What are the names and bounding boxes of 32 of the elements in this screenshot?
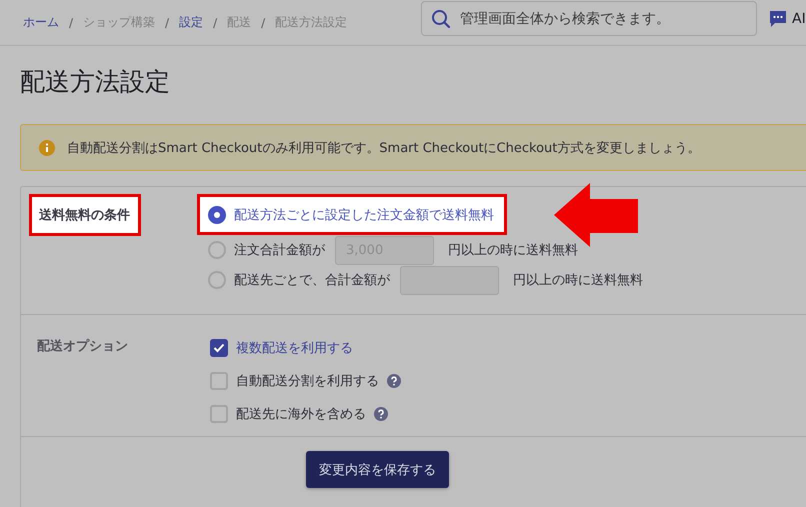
save-button[interactable]: 変更内容を保存する (306, 451, 449, 488)
breadcrumb-separator: / (213, 16, 218, 30)
check-icon (213, 342, 225, 352)
breadcrumb-separator: / (69, 16, 74, 30)
breadcrumb-link[interactable]: ホーム (23, 14, 59, 31)
amount-suffix: 円以上の時に送料無料 (513, 272, 643, 289)
breadcrumb-link[interactable]: 設定 (179, 14, 204, 31)
help-icon[interactable] (387, 374, 401, 388)
breadcrumb-item: ショップ構築 (83, 14, 156, 31)
highlighted-section-label: 送料無料の条件 (29, 194, 141, 236)
page-title: 配送方法設定 (20, 66, 171, 98)
section-label: 配送オプション (37, 338, 129, 355)
radio-label[interactable]: 配送方法ごとに設定した注文金額で送料無料 (234, 206, 494, 224)
checkbox-label[interactable]: 自動配送分割を利用する (236, 372, 379, 390)
breadcrumb-separator: / (261, 16, 266, 30)
checkbox[interactable] (210, 338, 228, 356)
search-icon (431, 9, 451, 29)
ai-button-label[interactable]: AI (792, 10, 806, 26)
info-icon (39, 140, 55, 156)
radio-button[interactable] (208, 206, 226, 224)
breadcrumb-item: 配送 (227, 14, 252, 31)
checkbox-label[interactable]: 配送先に海外を含める (236, 404, 366, 422)
amount-suffix: 円以上の時に送料無料 (448, 242, 578, 259)
checkbox-label[interactable]: 複数配送を利用する (236, 338, 353, 356)
checkbox[interactable] (210, 372, 228, 390)
chat-icon[interactable] (769, 10, 787, 28)
breadcrumb-item: 配送方法設定 (275, 14, 348, 31)
search-field[interactable]: 管理画面全体から検索できます。 (421, 1, 757, 36)
help-icon[interactable] (374, 406, 388, 420)
checkbox[interactable] (210, 404, 228, 422)
alert-message: 自動配送分割はSmart Checkoutのみ利用可能です。Smart CheckoutにCheckout方式を変更しましょう。 (67, 140, 700, 156)
breadcrumb-separator: / (165, 16, 170, 30)
